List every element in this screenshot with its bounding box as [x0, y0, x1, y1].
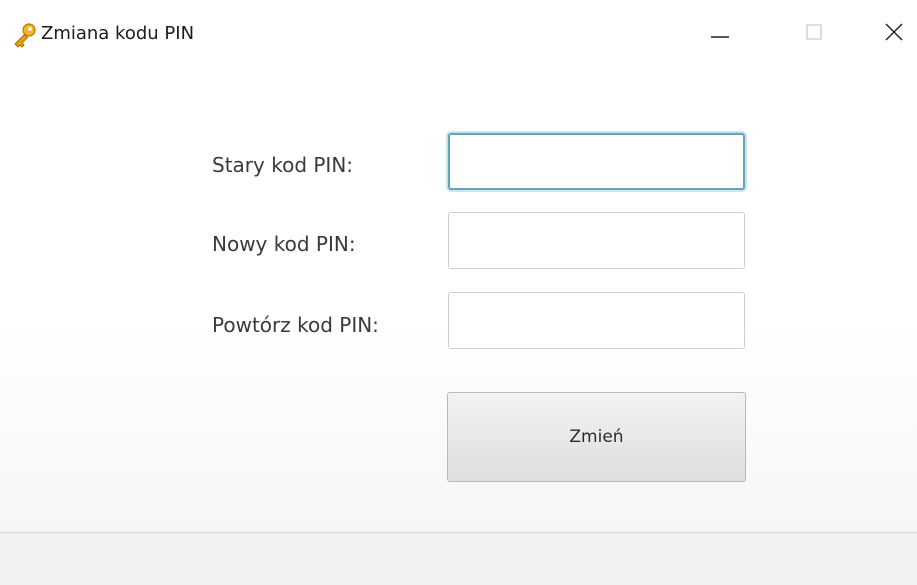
key-icon — [10, 22, 38, 50]
maximize-icon — [804, 22, 824, 46]
new-pin-input[interactable] — [448, 212, 745, 269]
repeat-pin-label: Powtórz kod PIN: — [212, 313, 379, 337]
close-icon — [883, 21, 905, 47]
new-pin-label: Nowy kod PIN: — [212, 232, 356, 256]
pin-change-window: Zmiana kodu PIN Stary kod PIN: Nowy kod … — [0, 0, 917, 585]
old-pin-label: Stary kod PIN: — [212, 153, 354, 177]
window-title: Zmiana kodu PIN — [41, 23, 195, 44]
repeat-pin-input[interactable] — [448, 292, 745, 349]
footer-area — [0, 533, 917, 585]
change-pin-button[interactable]: Zmień — [447, 392, 746, 482]
title-bar[interactable]: Zmiana kodu PIN — [0, 0, 917, 70]
minimize-button[interactable] — [697, 14, 743, 54]
close-button[interactable] — [871, 14, 917, 54]
maximize-button[interactable] — [791, 14, 837, 54]
old-pin-input[interactable] — [448, 133, 745, 190]
minimize-icon — [710, 22, 730, 46]
